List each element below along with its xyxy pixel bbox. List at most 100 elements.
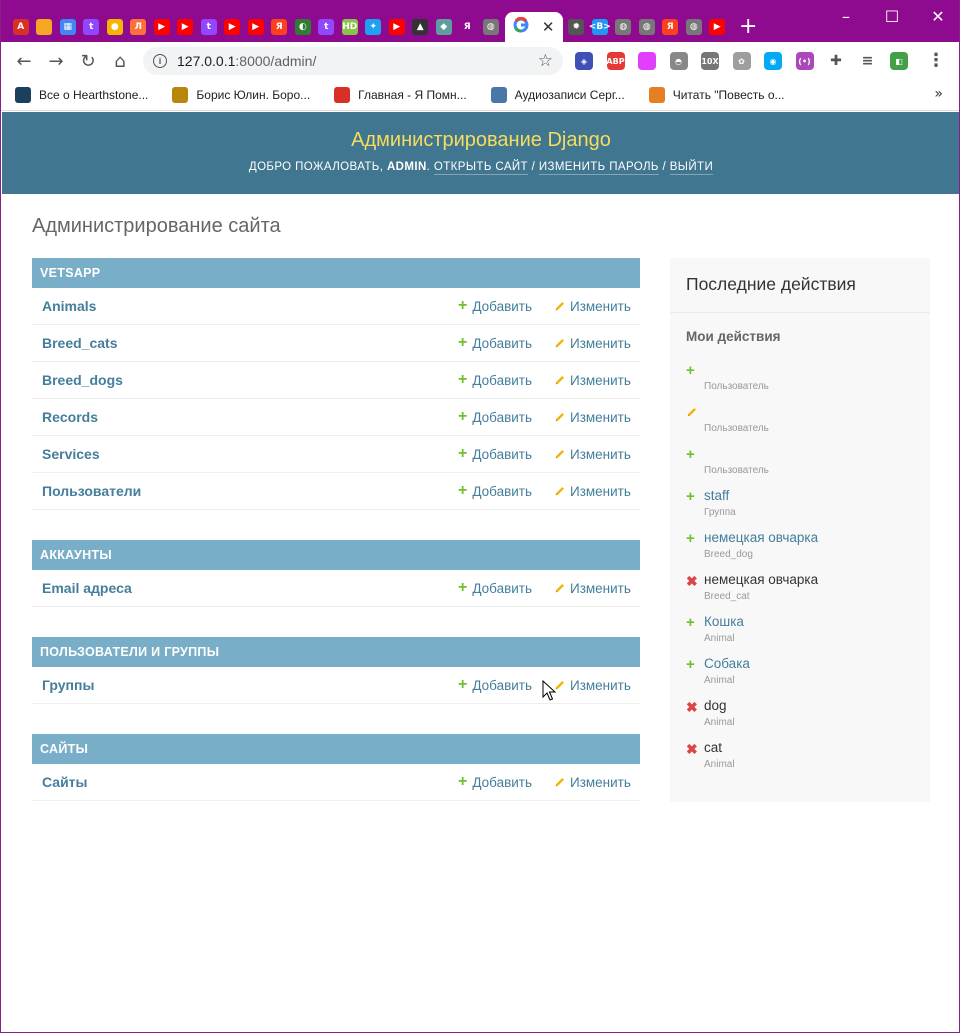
bookmark-item[interactable]: Аудиозаписи Серг... [490, 87, 625, 103]
adblock-icon[interactable]: ABP [606, 52, 625, 70]
browser-tab-active[interactable]: ✕ [504, 12, 563, 42]
puzzle-icon[interactable]: ✚ [827, 52, 845, 70]
ext-shield-icon[interactable]: ◈ [575, 52, 593, 70]
reload-icon[interactable]: ↻ [75, 48, 101, 74]
change-link[interactable]: Изменить [554, 373, 631, 388]
change-link[interactable]: Изменить [554, 299, 631, 314]
view-site-link[interactable]: Открыть сайт [433, 161, 528, 175]
model-link[interactable]: Records [42, 409, 98, 425]
add-link[interactable]: + Добавить [458, 335, 532, 351]
browser-tab[interactable]: ◍ [479, 14, 503, 40]
browser-tab[interactable]: ▶ [385, 14, 409, 40]
add-link[interactable]: + Добавить [458, 372, 532, 388]
browser-tab[interactable]: ▶ [221, 14, 245, 40]
browser-tab[interactable]: ◍ [682, 14, 706, 40]
browser-tab[interactable] [33, 14, 57, 40]
bookmark-star-icon[interactable]: ☆ [538, 51, 553, 71]
browser-tab[interactable]: Л [127, 14, 151, 40]
change-link[interactable]: Изменить [554, 775, 631, 790]
module-caption[interactable]: Пользователи и группы [32, 637, 640, 667]
close-tab-icon[interactable]: ✕ [542, 18, 555, 36]
browser-tab[interactable]: ◍ [612, 14, 636, 40]
module-caption[interactable]: Аккаунты [32, 540, 640, 570]
browser-tab[interactable]: ▶ [174, 14, 198, 40]
change-link[interactable]: Изменить [554, 410, 631, 425]
ext-tomato-icon[interactable]: ◓ [669, 52, 688, 70]
change-password-link[interactable]: Изменить пароль [538, 161, 659, 175]
address-bar[interactable]: i 127.0.0.1:8000/admin/ ☆ [143, 47, 563, 75]
browser-tab[interactable]: ▶ [244, 14, 268, 40]
browser-tab[interactable]: A [9, 14, 33, 40]
site-info-icon[interactable]: i [153, 54, 167, 68]
browser-tab[interactable]: ▦ [56, 14, 80, 40]
change-link[interactable]: Изменить [554, 336, 631, 351]
playlist-icon[interactable]: ≡ [859, 52, 877, 70]
browser-tab[interactable]: Я [268, 14, 292, 40]
ext-radio-icon[interactable]: (•) [795, 52, 814, 70]
change-link[interactable]: Изменить [554, 447, 631, 462]
ext-10x-icon[interactable]: 10X [701, 52, 719, 70]
ext-search-icon[interactable]: ◉ [764, 52, 782, 70]
home-icon[interactable]: ⌂ [107, 48, 133, 74]
model-link[interactable]: Animals [42, 298, 96, 314]
browser-tab[interactable]: ◆ [432, 14, 456, 40]
close-window-icon[interactable]: ✕ [915, 4, 959, 28]
google-favicon [513, 16, 529, 37]
model-link[interactable]: Группы [42, 677, 94, 693]
model-link[interactable]: Breed_cats [42, 335, 118, 351]
recent-action-name[interactable]: Собака [704, 656, 750, 671]
new-tab-icon[interactable]: + [739, 16, 757, 38]
browser-tab[interactable]: HD [338, 14, 362, 40]
model-link[interactable]: Пользователи [42, 483, 141, 499]
minimize-icon[interactable]: – [823, 4, 869, 28]
recent-action-name[interactable]: немецкая овчарка [704, 530, 818, 545]
add-link[interactable]: + Добавить [458, 774, 532, 790]
change-link[interactable]: Изменить [554, 484, 631, 499]
add-action-icon: + [686, 656, 695, 673]
ext-gradient-icon[interactable] [638, 52, 656, 70]
browser-tab[interactable]: ✦ [362, 14, 386, 40]
browser-tab[interactable]: t [197, 14, 221, 40]
add-link[interactable]: + Добавить [458, 446, 532, 462]
browser-tab[interactable]: <B> [588, 14, 612, 40]
browser-menu-icon[interactable]: ⋮ [927, 50, 945, 71]
browser-tab[interactable]: t [80, 14, 104, 40]
recent-action-name[interactable]: Кошка [704, 614, 744, 629]
add-link[interactable]: + Добавить [458, 580, 532, 596]
browser-tab[interactable]: ◍ [635, 14, 659, 40]
change-link[interactable]: Изменить [554, 678, 631, 693]
browser-tab[interactable]: ▲ [409, 14, 433, 40]
bookmark-item[interactable]: Борис Юлин. Боро... [172, 87, 310, 103]
model-link[interactable]: Services [42, 446, 100, 462]
browser-tab[interactable]: ✹ [565, 14, 589, 40]
browser-tab[interactable]: ◐ [291, 14, 315, 40]
change-link[interactable]: Изменить [554, 581, 631, 596]
bookmarks-overflow-icon[interactable]: » [934, 86, 943, 102]
browser-tab[interactable]: t [315, 14, 339, 40]
browser-tab[interactable]: ▶ [150, 14, 174, 40]
add-link[interactable]: + Добавить [458, 409, 532, 425]
module-caption[interactable]: Сайты [32, 734, 640, 764]
module-caption[interactable]: Vetsapp [32, 258, 640, 288]
site-branding[interactable]: Администрирование Django [2, 129, 959, 152]
logout-link[interactable]: Выйти [669, 161, 714, 175]
model-link[interactable]: Breed_dogs [42, 372, 123, 388]
recent-action-name[interactable]: staff [704, 488, 729, 503]
bookmark-item[interactable]: Все о Hearthstone... [15, 87, 148, 103]
add-link[interactable]: + Добавить [458, 677, 532, 693]
maximize-icon[interactable]: ☐ [869, 4, 915, 28]
ext-paw-icon[interactable]: ✿ [732, 52, 751, 70]
forward-icon[interactable]: → [43, 48, 69, 74]
bookmark-item[interactable]: Главная - Я Помн... [334, 87, 467, 103]
model-link[interactable]: Email адреса [42, 580, 132, 596]
add-link[interactable]: + Добавить [458, 483, 532, 499]
browser-tab[interactable]: Я [456, 14, 480, 40]
bookmark-item[interactable]: Читать "Повесть о... [648, 87, 785, 103]
browser-tab[interactable]: ● [103, 14, 127, 40]
browser-tab[interactable]: Я [659, 14, 683, 40]
browser-tab[interactable]: ▶ [706, 14, 730, 40]
back-icon[interactable]: ← [11, 48, 37, 74]
add-link[interactable]: + Добавить [458, 298, 532, 314]
model-link[interactable]: Сайты [42, 774, 88, 790]
ext-cat-icon[interactable]: ◧ [890, 52, 908, 70]
